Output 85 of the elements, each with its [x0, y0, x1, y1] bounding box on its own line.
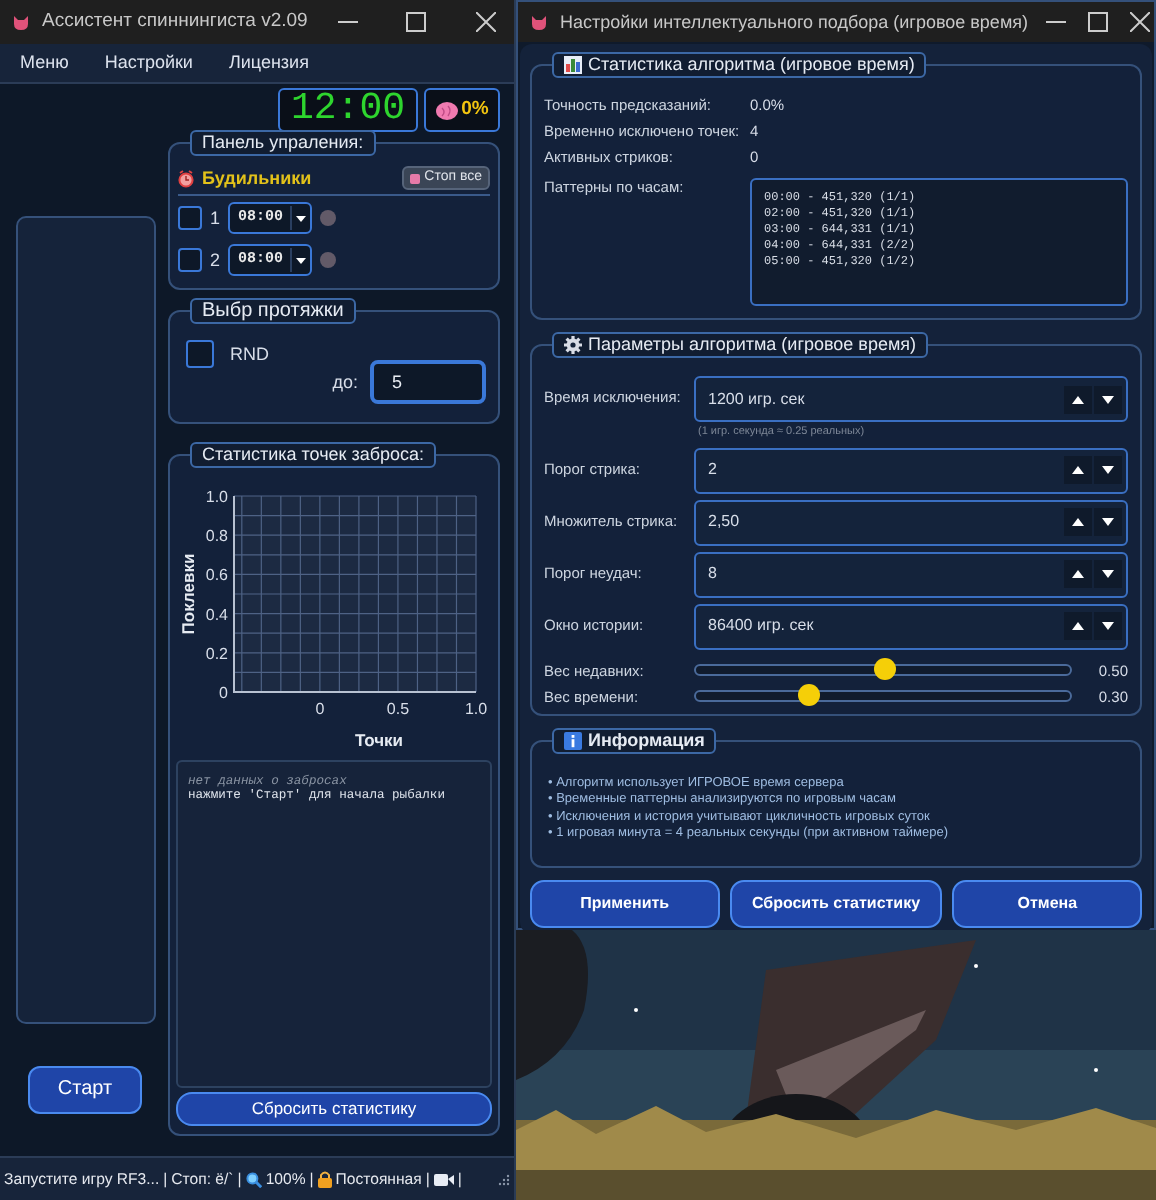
reset-button[interactable]: Сбросить статистику: [176, 1092, 492, 1126]
up-arrow-icon: [1072, 622, 1084, 631]
decrement-button[interactable]: [1094, 508, 1122, 537]
field-label: до:: [332, 371, 358, 393]
group-title: Статистика точек заброса:: [190, 442, 437, 468]
load-percent: 0%: [461, 98, 489, 122]
decrement-button[interactable]: [1094, 612, 1122, 641]
stop-icon: [410, 173, 421, 184]
checkbox[interactable]: [178, 248, 202, 273]
app-icon: [530, 14, 548, 30]
tick-label: 1.0: [205, 488, 228, 506]
down-arrow-icon: [1102, 395, 1114, 403]
indicator-light: [320, 210, 337, 227]
group-title: Параметры алгоритма (игровое время): [552, 332, 929, 358]
app-icon: [12, 14, 30, 30]
apply-button[interactable]: Применить: [530, 879, 720, 928]
up-arrow-icon: [1072, 466, 1084, 475]
indicator-light: [320, 252, 337, 269]
group-title: Панель упраления:: [190, 130, 376, 156]
tick-label: 0.2: [205, 644, 228, 663]
window-title: Настройки интеллектуального подбора (игровое время): [560, 11, 1028, 33]
tick-label: 0.6: [205, 566, 228, 585]
menu-item[interactable]: Меню: [20, 52, 69, 74]
increment-button[interactable]: [1064, 612, 1092, 641]
tick-label: 0: [315, 700, 325, 718]
info-icon: [564, 731, 582, 750]
tick-label: 0.4: [205, 605, 228, 624]
close-icon[interactable]: [475, 12, 496, 32]
decrement-button[interactable]: [1094, 385, 1122, 413]
checkbox[interactable]: [178, 206, 202, 231]
spin-field[interactable]: 2: [694, 447, 1128, 494]
alarm-number: 1: [210, 207, 221, 230]
spin-field[interactable]: 8: [694, 551, 1128, 598]
axis-title: Поклевки: [178, 553, 198, 635]
group-title: Статистика алгоритма (игровое время): [552, 52, 927, 78]
axis-title: Точки: [354, 730, 404, 750]
tick-label: 0.5: [386, 700, 410, 718]
reset-statistics-button[interactable]: Сбросить статистику: [729, 879, 943, 928]
gear-icon: [564, 336, 582, 354]
down-arrow-icon: [1102, 466, 1114, 475]
tick-label: 0.8: [205, 527, 228, 546]
alarm-number: 2: [210, 249, 221, 272]
slider-thumb[interactable]: [798, 684, 821, 707]
alarm-clock-icon: [178, 169, 194, 188]
tick-label: 1.0: [464, 700, 488, 718]
close-icon[interactable]: [1129, 12, 1149, 32]
increment-button[interactable]: [1064, 456, 1092, 485]
slider-thumb[interactable]: [873, 658, 895, 681]
maximize-icon[interactable]: [1087, 12, 1107, 32]
tick-label: 0: [219, 684, 228, 702]
spin-field[interactable]: 1200 игр. сек: [694, 376, 1128, 422]
checkbox[interactable]: [186, 340, 214, 368]
down-arrow-icon: [1102, 570, 1114, 579]
lock-icon: [317, 1170, 332, 1188]
maximize-icon[interactable]: [406, 12, 427, 32]
menu-item[interactable]: Лицензия: [228, 52, 309, 74]
increment-button[interactable]: [1064, 508, 1092, 537]
checkbox-label: RND: [230, 343, 269, 365]
brain-icon: [435, 101, 458, 119]
number-field[interactable]: 5: [370, 360, 486, 404]
search-icon: [245, 1171, 262, 1187]
camera-icon: [433, 1172, 454, 1186]
bar-chart-icon: [564, 56, 582, 74]
increment-button[interactable]: [1064, 560, 1092, 589]
spin-field[interactable]: 2,50: [694, 499, 1128, 546]
decrement-button[interactable]: [1094, 456, 1122, 485]
resize-grip-icon[interactable]: [498, 1173, 510, 1185]
increment-button[interactable]: [1064, 385, 1092, 413]
cancel-button[interactable]: Отмена: [952, 879, 1143, 928]
digital-clock: 12:00: [278, 88, 418, 132]
caret-icon: [296, 257, 307, 264]
caret-icon: [296, 215, 307, 222]
spin-field[interactable]: 86400 игр. сек: [694, 603, 1128, 650]
group-title: Информация: [552, 727, 717, 754]
decrement-button[interactable]: [1094, 560, 1122, 589]
down-arrow-icon: [1102, 518, 1114, 527]
up-arrow-icon: [1072, 570, 1084, 579]
section-label: Будильники: [202, 167, 314, 190]
menu-item[interactable]: Настройки: [104, 52, 193, 74]
start-button[interactable]: Старт: [28, 1066, 142, 1114]
group-title: Выбр протяжки: [190, 298, 356, 324]
down-arrow-icon: [1102, 622, 1114, 631]
up-arrow-icon: [1072, 518, 1084, 527]
up-arrow-icon: [1072, 395, 1084, 403]
window-title: Ассистент спиннингиста v2.09: [42, 10, 308, 34]
